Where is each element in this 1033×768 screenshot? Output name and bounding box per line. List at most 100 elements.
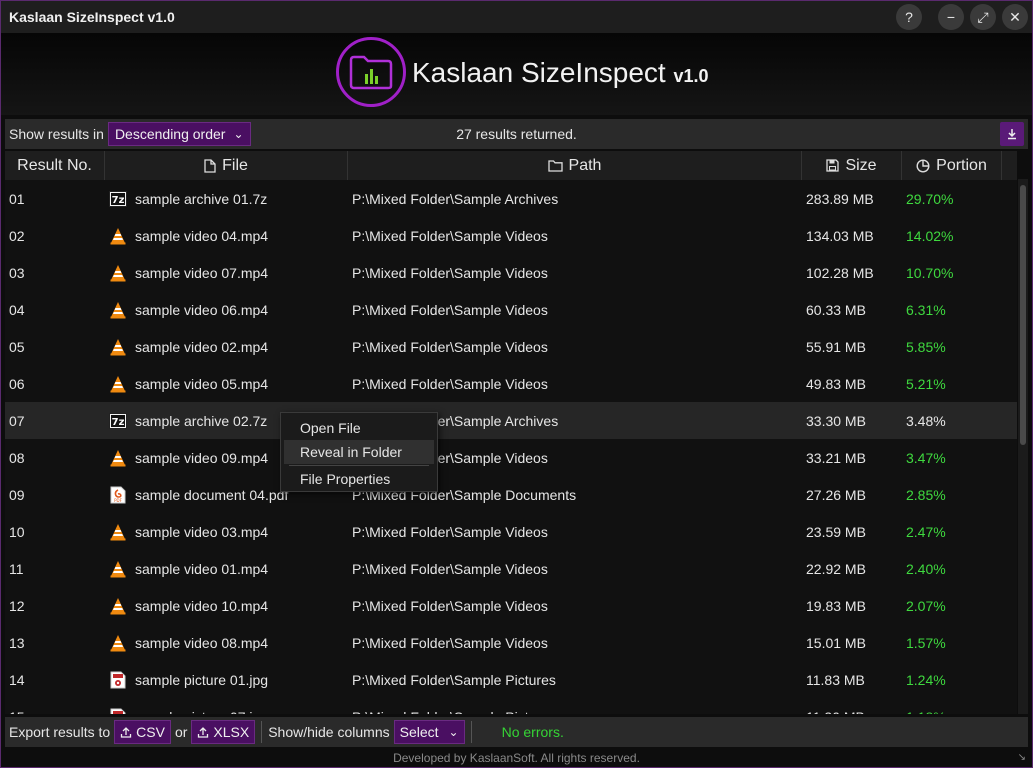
vlc-video-icon	[109, 375, 127, 393]
result-no-cell: 08	[9, 449, 25, 466]
result-no-cell: 14	[9, 671, 25, 688]
portion-cell: 5.85%	[906, 338, 946, 355]
title-bar[interactable]: Kaslaan SizeInspect v1.0 ? − ⤢ ✕	[1, 1, 1032, 33]
size-cell: 19.83 MB	[806, 597, 866, 614]
menu-separator	[289, 465, 429, 466]
result-no-cell: 02	[9, 227, 25, 244]
result-no-cell: 10	[9, 523, 25, 540]
file-cell: sample video 03.mp4	[105, 523, 348, 541]
file-name: sample video 07.mp4	[135, 264, 269, 281]
table-row[interactable]: 14 sample picture 01.jpg P:\Mixed Folder\S…	[5, 661, 1017, 698]
column-portion-label: Portion	[936, 156, 987, 174]
file-cell: sample video 05.mp4	[105, 375, 348, 393]
vlc-video-icon	[109, 634, 127, 652]
size-cell: 27.26 MB	[806, 486, 866, 503]
result-no-cell: 09	[9, 486, 25, 503]
size-cell: 22.92 MB	[806, 560, 866, 577]
file-name: sample video 04.mp4	[135, 227, 269, 244]
table-row[interactable]: 06 sample video 05.mp4 P:\Mixed Folder\Sam…	[5, 365, 1017, 402]
table-row[interactable]: 10 sample video 03.mp4 P:\Mixed Folder\Sam…	[5, 513, 1017, 550]
file-name: sample document 04.pdf	[135, 486, 289, 503]
help-button[interactable]: ?	[896, 4, 922, 30]
vlc-video-icon	[109, 597, 127, 615]
columns-select-dropdown[interactable]: Select ⌄	[393, 720, 465, 744]
result-no-cell: 03	[9, 264, 25, 281]
path-cell: P:\Mixed Folder\Sample Videos	[352, 264, 548, 281]
download-icon	[1008, 129, 1016, 140]
path-cell: P:\Mixed Folder\Sample Pictures	[352, 671, 556, 688]
picture-icon	[109, 671, 127, 689]
menu-item-open-file[interactable]: Open File	[281, 416, 437, 440]
column-result-no[interactable]: Result No.	[5, 151, 105, 180]
result-no-cell: 05	[9, 338, 25, 355]
7z-archive-icon: 7z	[109, 190, 127, 208]
menu-item-reveal-in-folder[interactable]: Reveal in Folder	[284, 440, 434, 464]
result-no-cell: 13	[9, 634, 25, 651]
column-file[interactable]: File	[105, 151, 348, 180]
table-row[interactable]: 07 7z sample archive 02.7z P:\Mixed Folder\…	[5, 402, 1017, 439]
path-cell: P:\Mixed Folder\Sample Videos	[352, 523, 548, 540]
result-no-cell: 12	[9, 597, 25, 614]
context-menu: Open File Reveal in Folder File Properti…	[280, 412, 438, 492]
footer-bar: Export results to CSV or XLSX Show/hide …	[5, 717, 1028, 747]
table-header: Result No. File Path Size Portion	[5, 151, 1017, 180]
show-results-label: Show results in	[9, 126, 104, 142]
column-portion[interactable]: Portion	[902, 151, 1002, 180]
table-row[interactable]: 11 sample video 01.mp4 P:\Mixed Folder\Sam…	[5, 550, 1017, 587]
table-row[interactable]: 03 sample video 07.mp4 P:\Mixed Folder\Sam…	[5, 254, 1017, 291]
table-scrollbar[interactable]	[1018, 179, 1028, 714]
folder-chart-icon	[349, 55, 393, 90]
vlc-video-icon	[109, 301, 127, 319]
scroll-thumb[interactable]	[1020, 185, 1026, 445]
table-row[interactable]: 15 sample picture 07.jpg P:\Mixed Folder\S…	[5, 698, 1017, 714]
minimize-button[interactable]: −	[938, 4, 964, 30]
size-cell: 60.33 MB	[806, 301, 866, 318]
vlc-video-icon	[109, 560, 127, 578]
download-button[interactable]	[1000, 122, 1024, 146]
maximize-button[interactable]: ⤢	[970, 4, 996, 30]
table-row[interactable]: 02 sample video 04.mp4 P:\Mixed Folder\Sam…	[5, 217, 1017, 254]
portion-cell: 2.40%	[906, 560, 946, 577]
select-label: Select	[399, 724, 439, 740]
results-toolbar: Show results in Descending order ⌄ 27 re…	[5, 119, 1028, 149]
folder-icon	[547, 160, 563, 172]
save-disk-icon	[826, 159, 840, 172]
table-row[interactable]: 09 PDF sample document 04.pdf P:\Mixed Fold…	[5, 476, 1017, 513]
table-row[interactable]: 13 sample video 08.mp4 P:\Mixed Folder\Sam…	[5, 624, 1017, 661]
pie-chart-icon	[916, 158, 930, 173]
resize-grip-icon[interactable]: ↘	[1018, 752, 1026, 763]
column-path[interactable]: Path	[348, 151, 802, 180]
file-name: sample video 09.mp4	[135, 449, 269, 466]
vlc-video-icon	[109, 227, 127, 245]
table-row[interactable]: 08 sample video 09.mp4 P:\Mixed Folder\Sam…	[5, 439, 1017, 476]
or-label: or	[174, 724, 188, 740]
table-row[interactable]: 05 sample video 02.mp4 P:\Mixed Folder\Sam…	[5, 328, 1017, 365]
portion-cell: 3.48%	[906, 412, 946, 429]
file-name: sample picture 01.jpg	[135, 671, 269, 688]
pdf-document-icon: PDF	[109, 486, 127, 504]
upload-icon	[121, 727, 132, 738]
csv-label: CSV	[136, 724, 165, 740]
menu-item-file-properties[interactable]: File Properties	[281, 467, 437, 491]
result-no-cell: 07	[9, 412, 25, 429]
sort-order-dropdown[interactable]: Descending order ⌄	[107, 122, 251, 146]
svg-text:7z: 7z	[112, 417, 125, 428]
portion-cell: 14.02%	[906, 227, 954, 244]
file-cell: sample video 07.mp4	[105, 264, 348, 282]
path-cell: P:\Mixed Folder\Sample Archives	[352, 190, 559, 207]
export-xlsx-button[interactable]: XLSX	[191, 720, 256, 744]
size-cell: 55.91 MB	[806, 338, 866, 355]
table-row[interactable]: 12 sample video 10.mp4 P:\Mixed Folder\Sam…	[5, 587, 1017, 624]
table-row[interactable]: 04 sample video 06.mp4 P:\Mixed Folder\Sam…	[5, 291, 1017, 328]
sort-order-value: Descending order	[114, 126, 226, 142]
file-cell: 7z sample archive 01.7z	[105, 190, 348, 208]
portion-cell: 2.85%	[906, 486, 946, 503]
chevron-down-icon: ⌄	[233, 127, 244, 141]
export-csv-button[interactable]: CSV	[114, 720, 171, 744]
close-button[interactable]: ✕	[1002, 4, 1028, 30]
window-controls: ? − ⤢ ✕	[896, 4, 1028, 30]
column-size[interactable]: Size	[802, 151, 902, 180]
app-version: v1.0	[673, 66, 709, 86]
table-row[interactable]: 01 7z sample archive 01.7z P:\Mixed Folder\…	[5, 180, 1017, 217]
app-logo	[336, 37, 406, 107]
